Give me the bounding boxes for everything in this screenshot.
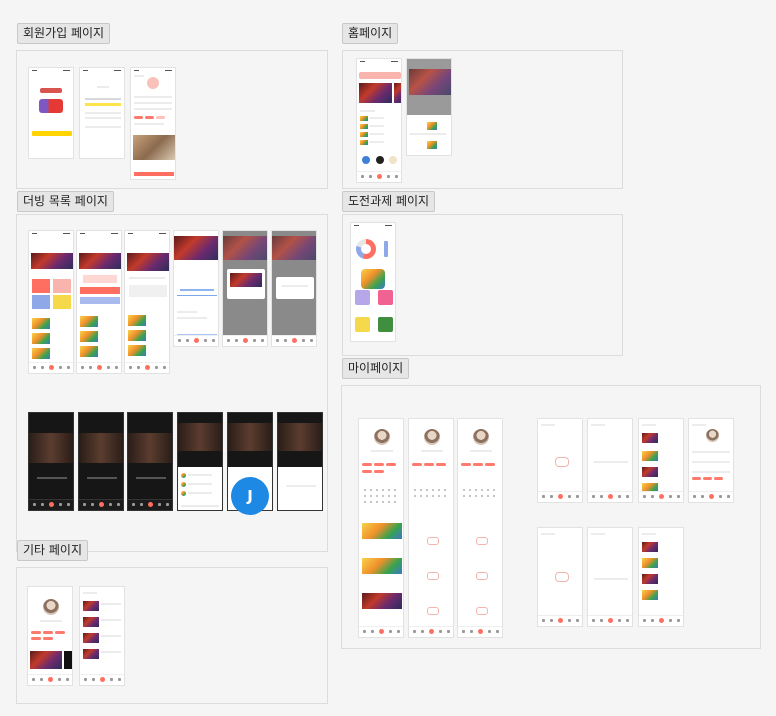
dubbing-list-screen-3[interactable]: [124, 230, 170, 374]
dubbing-section-label: 더빙 목록 페이지: [17, 191, 114, 212]
dubbing-confirm-modal-screen[interactable]: [271, 230, 317, 347]
mascot-illustration: [39, 99, 63, 113]
dubbing-share-screen[interactable]: [277, 412, 323, 511]
etc-user-profile-screen[interactable]: [27, 586, 73, 686]
mypage-edit-profile-screen[interactable]: [688, 418, 734, 503]
etc-section-label: 기타 페이지: [17, 540, 89, 561]
signup-complete-button[interactable]: [134, 172, 174, 176]
signup-section-label: 회원가입 페이지: [17, 23, 111, 44]
dubbing-list-screen-1[interactable]: [28, 230, 74, 374]
app-logo: [40, 88, 62, 93]
mypage-empty-screen-4[interactable]: [587, 527, 633, 627]
challenge-badge-1[interactable]: [355, 290, 370, 305]
mypage-empty-screen-1[interactable]: [537, 418, 583, 503]
challenge-main-screen[interactable]: [350, 222, 396, 342]
etc-user-dubbing-list-screen[interactable]: [79, 586, 125, 686]
room-photo: [133, 135, 175, 160]
mypage-liked-list-screen[interactable]: [638, 527, 684, 627]
dubbing-record-screen-2[interactable]: [78, 412, 124, 511]
dubbing-record-screen-3[interactable]: [127, 412, 173, 511]
challenge-badge-2[interactable]: [378, 290, 393, 305]
dubbing-detail-screen[interactable]: [173, 230, 219, 347]
home-search-screen[interactable]: [406, 58, 452, 156]
mypage-profile-screen-3[interactable]: [457, 418, 503, 638]
signup-login-screen[interactable]: [79, 67, 125, 159]
mypage-dubbing-list-screen[interactable]: [638, 418, 684, 503]
dubbing-list-screen-2[interactable]: [76, 230, 122, 374]
mypage-section-label: 마이페이지: [342, 358, 410, 379]
challenge-section-label: 도전과제 페이지: [342, 191, 436, 212]
challenge-badge-3[interactable]: [355, 317, 370, 332]
home-main-screen[interactable]: [356, 58, 402, 183]
signup-splash-screen[interactable]: [28, 67, 74, 159]
challenge-badge-4[interactable]: [378, 317, 393, 332]
mypage-empty-screen-2[interactable]: [587, 418, 633, 503]
collaborator-avatar-badge[interactable]: J: [231, 477, 269, 515]
profile-photo-placeholder[interactable]: [147, 77, 159, 89]
mypage-empty-screen-3[interactable]: [537, 527, 583, 627]
kakao-login-button[interactable]: [32, 131, 72, 136]
dubbing-detail-modal-screen[interactable]: [222, 230, 268, 347]
mypage-profile-screen-2[interactable]: [408, 418, 454, 638]
dubbing-comment-screen[interactable]: [177, 412, 223, 511]
dubbing-record-screen-1[interactable]: [28, 412, 74, 511]
banner-thumbnail[interactable]: [359, 83, 392, 103]
challenge-illustration: [361, 269, 385, 289]
mypage-profile-screen-1[interactable]: [358, 418, 404, 638]
home-section-label: 홈페이지: [342, 23, 399, 44]
signup-profile-screen[interactable]: [130, 67, 176, 180]
